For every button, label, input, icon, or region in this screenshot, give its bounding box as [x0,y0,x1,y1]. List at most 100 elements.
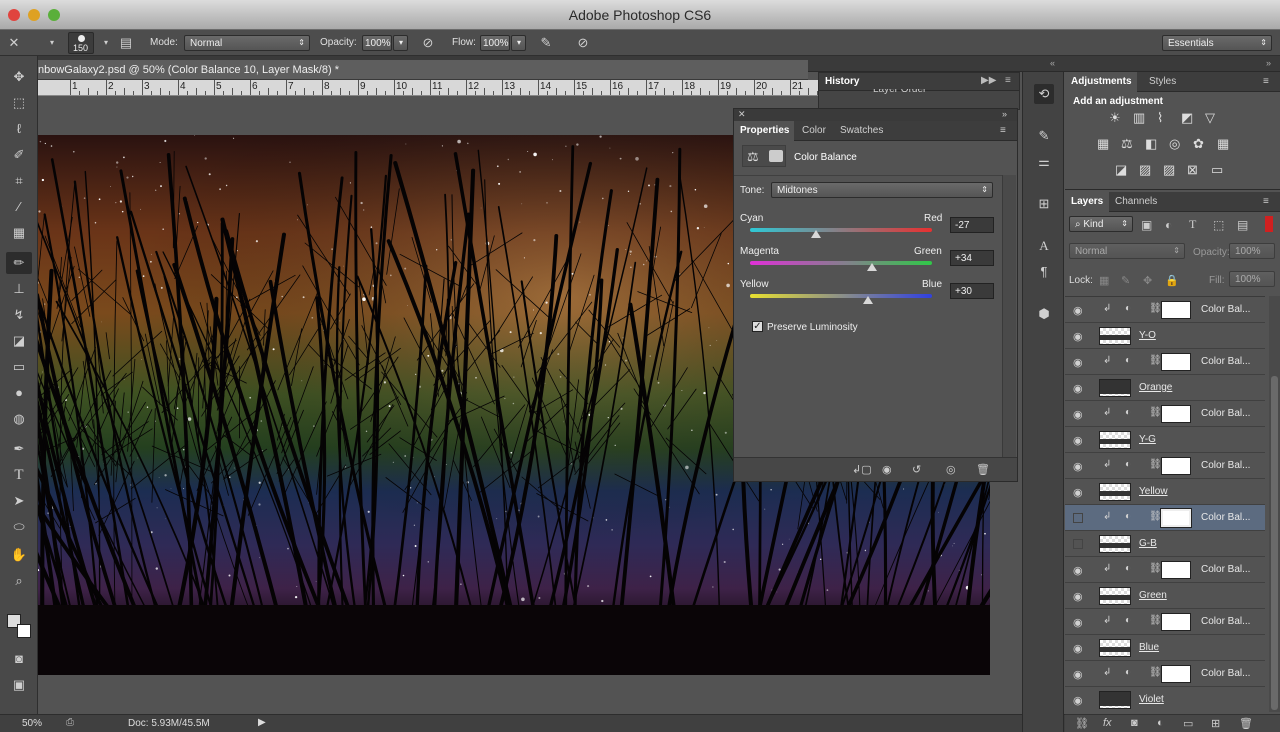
curves-icon[interactable]: ⌇ [1157,110,1163,126]
visibility-eye-icon[interactable]: ◉ [1073,330,1083,343]
brush-presets-icon[interactable]: ⚌ [1034,152,1054,172]
reset-icon[interactable]: ↺ [912,463,921,476]
layer-opacity-input[interactable]: 100% [1229,243,1275,259]
layer-mask-icon[interactable] [769,150,783,162]
adjustment-layer-icon[interactable]: ◐ [1125,355,1131,366]
preserve-luminosity-checkbox[interactable]: ✓ [752,321,763,332]
visibility-eye-icon[interactable]: ◉ [1073,356,1083,369]
history-brush-tool-icon[interactable]: ↯ [6,304,32,326]
move-tool-icon[interactable]: ✥ [6,66,32,88]
expand-icon[interactable]: » [1266,58,1271,68]
healing-brush-tool-icon[interactable]: ▦ [6,222,32,244]
fill-input[interactable]: 100% [1229,271,1275,287]
adjustment-layer-icon[interactable]: ◐ [1125,407,1131,418]
mask-link-icon[interactable]: ⛓ [1149,459,1162,470]
layer-thumbnail[interactable] [1099,379,1131,397]
brush-panel-icon[interactable]: ▤ [116,33,136,53]
layer-thumbnail[interactable] [1099,691,1131,709]
layer-row[interactable]: ◉ Y-O [1065,323,1265,349]
lock-position-icon[interactable]: ✥ [1143,274,1152,287]
vibrance-icon[interactable]: ▽ [1205,110,1215,126]
paragraph-panel-icon[interactable]: ¶ [1034,262,1054,282]
clip-to-layer-icon[interactable]: ↲▢ [852,463,872,476]
gradient-tool-icon[interactable]: ▭ [6,356,32,378]
filter-adjustment-icon[interactable]: ◐ [1165,218,1172,232]
yellow-blue-thumb[interactable] [863,296,874,304]
3d-panel-icon[interactable]: ⬢ [1034,304,1054,324]
panel-expand-icon[interactable]: ▶▶ [981,75,996,86]
add-mask-icon[interactable]: ◙ [1131,717,1138,729]
layer-mask-thumbnail[interactable] [1161,613,1191,631]
ellipse-tool-icon[interactable]: ⬭ [6,516,32,538]
layer-row[interactable]: ◉ Y-G [1065,427,1265,453]
lock-image-icon[interactable]: ✎ [1121,274,1130,287]
tab-adjustments[interactable]: Adjustments [1071,76,1132,87]
zoom-level[interactable]: 50% [22,718,42,729]
adjustment-layer-icon[interactable]: ◐ [1125,303,1131,314]
eraser-tool-icon[interactable]: ◪ [6,330,32,352]
mask-link-icon[interactable]: ⛓ [1149,407,1162,418]
color-balance-icon[interactable]: ⚖ [1121,136,1133,152]
layer-mask-thumbnail[interactable] [1161,561,1191,579]
posterize-icon[interactable]: ▨ [1139,162,1151,178]
filter-shape-icon[interactable]: ⬚ [1213,218,1224,232]
layer-thumbnail[interactable] [1099,327,1131,345]
opacity-input[interactable]: 100% [362,35,392,51]
zoom-tool-icon[interactable]: ⌕ [6,570,32,592]
filter-kind-select[interactable]: ⌕ Kind ⇕ [1069,216,1133,232]
adjustment-layer-icon[interactable]: ◐ [1125,667,1131,678]
blur-tool-icon[interactable]: ● [6,382,32,404]
tone-select[interactable]: Midtones ⇕ [771,182,993,198]
visibility-eye-icon[interactable]: ◉ [1073,382,1083,395]
magenta-green-value[interactable]: +34 [950,250,994,266]
levels-icon[interactable]: ▥ [1133,110,1145,126]
layer-row[interactable]: ◉ ↲ ◐ ⛓ Color Bal... [1065,609,1265,635]
layer-row[interactable]: G-B [1065,531,1265,557]
brush-tool-icon[interactable]: ✏ [6,252,32,274]
marquee-tool-icon[interactable]: ⬚ [6,92,32,114]
dodge-tool-icon[interactable]: ◍ [6,408,32,430]
layer-row[interactable]: ↲ ◐ ⛓ Color Bal... [1065,505,1265,531]
visibility-eye-icon[interactable]: ◉ [1073,408,1083,421]
adjustment-layer-icon[interactable]: ◐ [1125,459,1131,470]
tab-layers[interactable]: Layers [1071,196,1103,207]
trash-icon[interactable]: 🗑 [1239,717,1253,730]
hue-saturation-icon[interactable]: ▦ [1097,136,1109,152]
scrollbar-thumb[interactable] [1271,376,1278,710]
background-color-swatch[interactable] [17,624,31,638]
pressure-opacity-icon[interactable]: ⊘ [418,33,438,53]
layer-thumbnail[interactable] [1099,483,1131,501]
filter-toggle-icon[interactable] [1265,216,1273,232]
tab-styles[interactable]: Styles [1149,76,1176,87]
pressure-size-icon[interactable]: ⊘ [573,33,593,53]
airbrush-icon[interactable]: ✎ [536,33,556,53]
filter-pixel-icon[interactable]: ▣ [1141,218,1152,232]
quick-mask-icon[interactable]: ◙ [6,648,32,670]
layer-row[interactable]: ◉ ↲ ◐ ⛓ Color Bal... [1065,557,1265,583]
color-lookup-icon[interactable]: ▦ [1217,136,1229,152]
mode-select[interactable]: Normal ⇕ [184,35,310,51]
layer-style-icon[interactable]: fx [1103,717,1112,729]
layer-thumbnail[interactable] [1099,535,1131,553]
layer-row[interactable]: ◉ Green [1065,583,1265,609]
channel-mixer-icon[interactable]: ✿ [1193,136,1204,152]
tab-swatches[interactable]: Swatches [840,125,883,136]
layer-mask-thumbnail[interactable] [1161,301,1191,319]
visibility-eye-icon[interactable]: ◉ [1073,616,1083,629]
panel-menu-icon[interactable]: ≡ [1263,196,1269,207]
threshold-icon[interactable]: ▨ [1163,162,1175,178]
layer-mask-thumbnail[interactable] [1161,665,1191,683]
mask-link-icon[interactable]: ⛓ [1149,563,1162,574]
layer-row[interactable]: ◉ ↲ ◐ ⛓ Color Bal... [1065,349,1265,375]
panel-menu-icon[interactable]: ≡ [1000,125,1006,136]
history-item[interactable]: Layer Order [873,89,926,95]
new-adjustment-icon[interactable]: ◐ [1157,717,1164,729]
lasso-tool-icon[interactable]: ℓ [6,118,32,140]
visibility-eye-icon[interactable]: ◉ [1073,564,1083,577]
document-tab[interactable]: nbowGalaxy2.psd @ 50% (Color Balance 10,… [38,60,808,80]
visibility-icon[interactable]: ◎ [946,463,956,476]
invert-icon[interactable]: ◪ [1115,162,1127,178]
layers-scrollbar[interactable] [1269,296,1280,712]
visibility-eye-icon[interactable]: ◉ [1073,590,1083,603]
layer-mask-thumbnail[interactable] [1160,508,1192,528]
